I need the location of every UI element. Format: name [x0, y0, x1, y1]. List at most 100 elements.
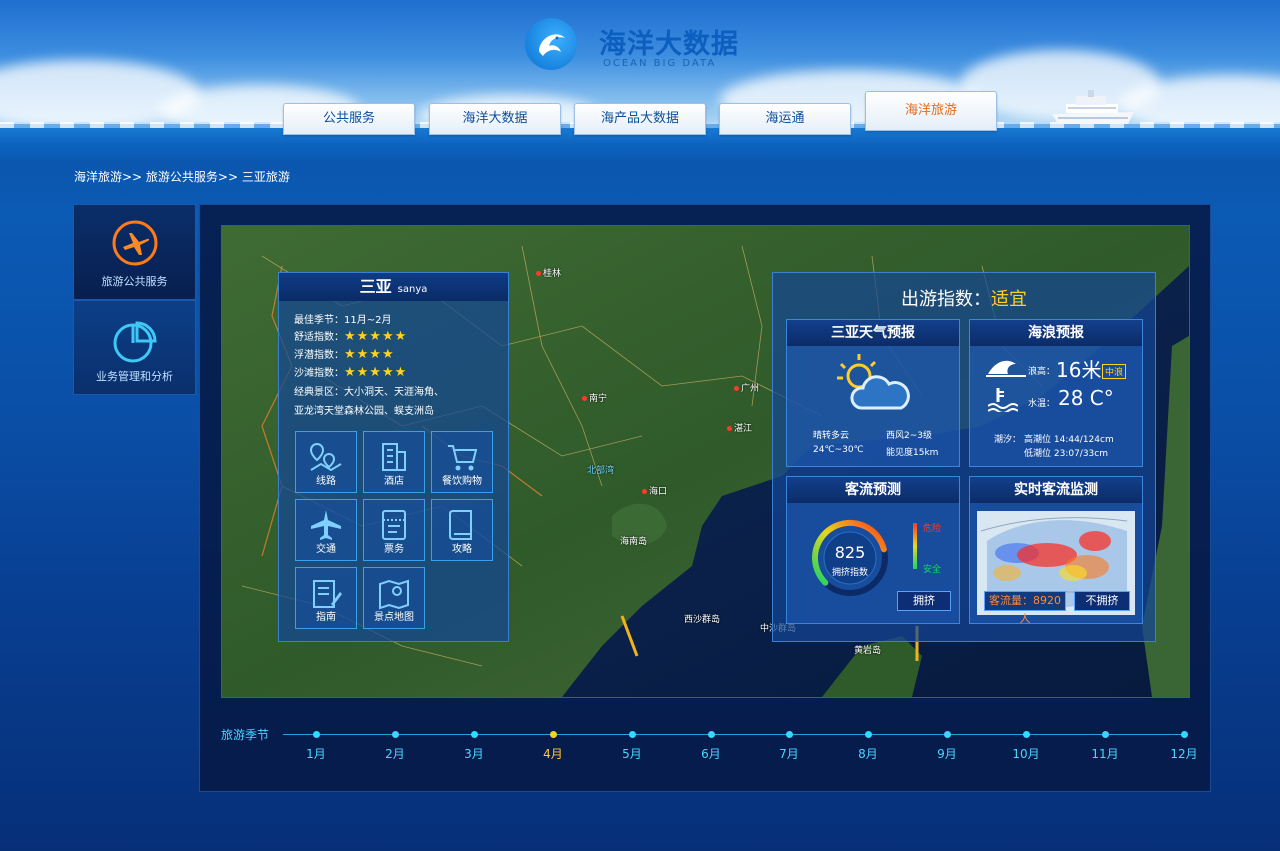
tab-shipping[interactable]: 海运通	[719, 103, 851, 135]
beach-index-row: 沙滩指数：★★★★★	[294, 365, 408, 380]
timeline-dot[interactable]	[865, 731, 872, 738]
timeline-dot[interactable]	[1102, 731, 1109, 738]
ticket-label: 票务	[384, 544, 404, 555]
crowd-index-label: 拥挤指数	[831, 568, 868, 578]
city-info-panel: 三亚 sanya 最佳季节：11月~2月 舒适指数：★★★★★ 浮潜指数：★★★★…	[278, 272, 509, 642]
scenic-map-label: 景点地图	[374, 612, 414, 623]
scenic-map-button[interactable]: 景点地图	[363, 567, 425, 629]
sidebar-item-tourism-service[interactable]: 旅游公共服务	[73, 204, 196, 300]
shopping-button[interactable]: 餐饮购物	[431, 431, 493, 493]
transport-label: 交通	[316, 544, 336, 555]
tab-ocean-tourism[interactable]: 海洋旅游	[865, 91, 997, 131]
travel-index-value: 适宜	[991, 289, 1027, 310]
timeline-month[interactable]: 10月	[1006, 745, 1046, 762]
route-icon	[309, 442, 342, 472]
sidebar-item-label: 旅游公共服务	[101, 275, 168, 288]
tab-public-service[interactable]: 公共服务	[283, 103, 415, 135]
timeline-month[interactable]: 7月	[769, 745, 809, 762]
brand-name-en: OCEAN BIG DATA	[603, 58, 717, 69]
map-label: 桂林	[536, 266, 561, 279]
timeline-month[interactable]: 6月	[691, 745, 731, 762]
shopping-cart-icon	[448, 445, 478, 471]
timeline-track	[283, 734, 1187, 735]
route-label: 线路	[316, 476, 336, 487]
route-button[interactable]: 线路	[295, 431, 357, 493]
map-icon	[379, 579, 409, 610]
tab-ocean-big-data[interactable]: 海洋大数据	[429, 103, 561, 135]
scenic-row-2: 亚龙湾天堂森林公园、蜈支洲岛	[294, 406, 434, 417]
timeline-month[interactable]: 2月	[375, 745, 415, 762]
map-label: 黄岩岛	[854, 646, 882, 656]
timeline-month[interactable]: 3月	[454, 745, 494, 762]
realtime-status-button[interactable]: 不拥挤	[1074, 591, 1130, 611]
danger-label: 危险	[923, 524, 942, 534]
timeline-dot[interactable]	[944, 731, 951, 738]
wave-height-value: 16米	[1056, 358, 1102, 382]
guide-button[interactable]: 指南	[295, 567, 357, 629]
realtime-flow-title: 实时客流监测	[970, 477, 1142, 503]
map-label: 广州	[734, 381, 759, 394]
comfort-index-row: 舒适指数：★★★★★	[294, 329, 408, 344]
sidebar-item-label: 业务管理和分析	[96, 370, 173, 383]
weather-wind: 西风2~3级	[886, 431, 932, 441]
sidebar-item-business-analysis[interactable]: 业务管理和分析	[73, 300, 196, 395]
airplane-icon	[112, 220, 157, 266]
best-season-row: 最佳季节：11月~2月	[294, 315, 392, 326]
map-label: 南宁	[582, 391, 607, 404]
weather-condition: 晴转多云	[813, 431, 850, 441]
timeline-month[interactable]: 4月	[533, 745, 573, 762]
transport-button[interactable]: 交通	[295, 499, 357, 561]
ticket-icon	[382, 510, 406, 540]
timeline-dot[interactable]	[550, 731, 557, 738]
cruise-ship-icon	[1052, 90, 1134, 124]
realtime-flow-card: 实时客流监测 客流量：8920人 不拥挤	[969, 476, 1143, 625]
timeline-dot[interactable]	[629, 731, 636, 738]
weather-card: 三亚天气预报 晴转多云 西风2~3级 24℃~30℃ 能见度15km	[786, 319, 960, 467]
timeline-dot[interactable]	[1181, 731, 1188, 738]
tab-seafood-big-data[interactable]: 海产品大数据	[574, 103, 706, 135]
crowd-status-button[interactable]: 拥挤	[897, 591, 951, 611]
timeline-dot[interactable]	[392, 731, 399, 738]
timeline-dot[interactable]	[471, 731, 478, 738]
city-name: 三亚	[359, 277, 392, 296]
map-label: 西沙群岛	[684, 615, 721, 625]
pie-chart-icon	[113, 321, 157, 363]
guide-icon	[313, 580, 342, 608]
comfort-stars: ★★★★★	[344, 329, 408, 344]
timeline-dot[interactable]	[313, 731, 320, 738]
brand-name: 海洋大数据	[599, 29, 739, 60]
brand-logo[interactable]: 海洋大数据 OCEAN BIG DATA	[525, 18, 745, 74]
timeline-dot[interactable]	[708, 731, 715, 738]
strategy-label: 攻略	[452, 544, 472, 555]
breadcrumb: 海洋旅游>> 旅游公共服务>> 三亚旅游	[74, 170, 290, 184]
timeline-month[interactable]: 9月	[927, 745, 967, 762]
water-temp-icon	[988, 388, 1018, 412]
map-label: 海口	[642, 484, 667, 497]
timeline-month[interactable]: 5月	[612, 745, 652, 762]
timeline-label: 旅游季节	[221, 728, 270, 742]
water-temp-label: 水温：	[1028, 399, 1056, 409]
guide-book-button[interactable]: 攻略	[431, 499, 493, 561]
scenic-row: 经典景区：大小洞天、天涯海角、	[294, 387, 444, 398]
timeline-month[interactable]: 1月	[296, 745, 336, 762]
water-temp-value: 28 C°	[1058, 386, 1114, 410]
weather-title: 三亚天气预报	[787, 320, 959, 346]
hotel-button[interactable]: 酒店	[363, 431, 425, 493]
timeline-dot[interactable]	[1023, 731, 1030, 738]
timeline-month[interactable]: 11月	[1085, 745, 1125, 762]
tide-label: 潮汐：	[994, 435, 1022, 445]
timeline-month[interactable]: 12月	[1164, 745, 1204, 762]
crowd-index-value: 825	[834, 543, 866, 562]
hotel-icon	[382, 443, 406, 471]
snorkel-index-row: 浮潜指数：★★★★	[294, 347, 395, 362]
guide-label: 指南	[316, 612, 336, 623]
hotel-label: 酒店	[384, 476, 404, 487]
timeline-month[interactable]: 8月	[848, 745, 888, 762]
high-tide: 高潮位 14:44/124cm	[1024, 435, 1114, 445]
partly-cloudy-icon	[837, 354, 910, 410]
ticket-button[interactable]: 票务	[363, 499, 425, 561]
weather-visibility: 能见度15km	[886, 448, 939, 458]
timeline-dot[interactable]	[786, 731, 793, 738]
forecast-panel: 出游指数：适宜 三亚天气预报 晴转多云 西风2~3级 24℃~30℃ 能见度15…	[772, 272, 1156, 642]
snorkel-stars: ★★★★	[344, 347, 395, 362]
